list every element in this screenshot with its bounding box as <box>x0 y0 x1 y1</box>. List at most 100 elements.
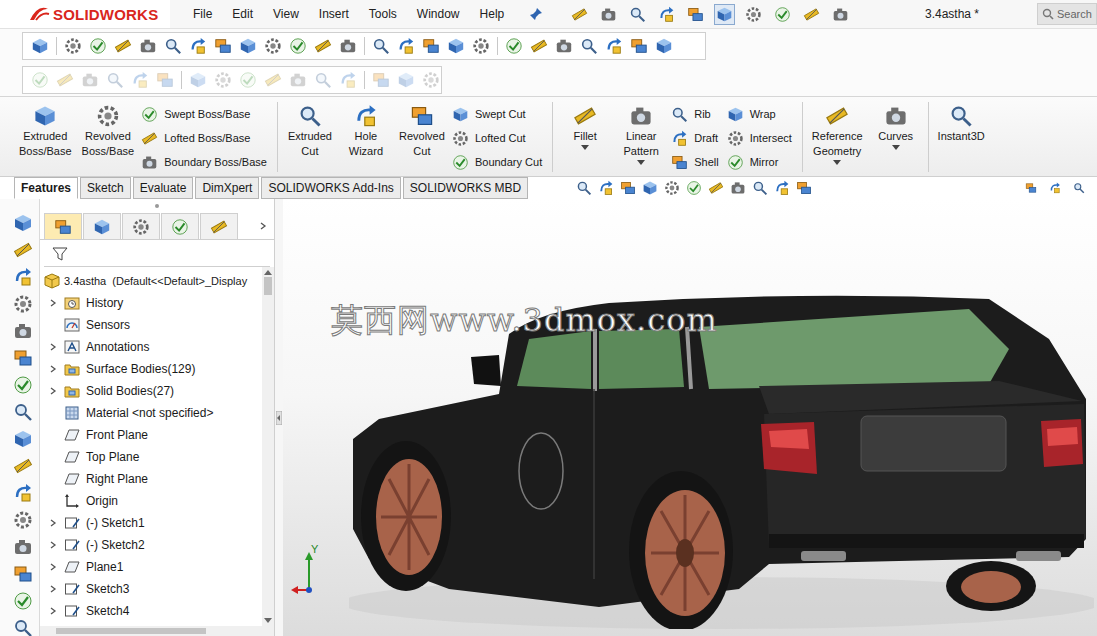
tree-item[interactable]: Solid Bodies(27) <box>40 380 262 402</box>
toolbar-button[interactable] <box>139 37 157 55</box>
command-button[interactable]: Fillet <box>559 102 611 153</box>
toolbar-button[interactable] <box>801 4 822 25</box>
toolbar-button[interactable] <box>1049 182 1061 194</box>
more-tabs-button[interactable] <box>258 213 274 239</box>
tab[interactable]: Sketch <box>80 177 131 199</box>
toolbar-button[interactable] <box>13 294 33 314</box>
toolbar-button[interactable] <box>708 180 724 196</box>
horizontal-scrollbar[interactable] <box>40 626 274 636</box>
tree-item[interactable]: Sketch3 <box>40 578 262 600</box>
toolbar-button[interactable] <box>743 4 764 25</box>
tree-item[interactable]: Surface Bodies(129) <box>40 358 262 380</box>
tab[interactable]: Evaluate <box>133 177 194 199</box>
toolbar-button[interactable] <box>239 37 257 55</box>
command-button[interactable]: Wrap <box>727 102 792 126</box>
toolbar-button[interactable] <box>598 180 614 196</box>
dropdown-arrow-icon[interactable] <box>833 160 841 166</box>
command-button[interactable]: RevolvedCut <box>396 102 448 160</box>
tree-item[interactable]: Plane1 <box>40 556 262 578</box>
toolbar-button[interactable] <box>447 37 465 55</box>
tree-item[interactable]: Right Plane <box>40 468 262 490</box>
command-button[interactable]: Intersect <box>727 126 792 150</box>
toolbar-button[interactable] <box>655 37 673 55</box>
toolbar-button[interactable] <box>13 456 33 476</box>
command-button[interactable]: Rib <box>671 102 718 126</box>
expand-arrow-icon[interactable] <box>48 342 58 352</box>
panel-tab[interactable] <box>122 213 160 239</box>
toolbar-button[interactable] <box>422 37 440 55</box>
tab[interactable]: DimXpert <box>195 177 259 199</box>
panel-tab[interactable] <box>200 213 238 239</box>
expand-arrow-icon[interactable] <box>48 606 58 616</box>
toolbar-button[interactable] <box>642 180 658 196</box>
toolbar-button[interactable] <box>627 4 648 25</box>
toolbar-button[interactable] <box>576 180 592 196</box>
tree-item[interactable]: Origin <box>40 490 262 512</box>
menu-item[interactable]: Insert <box>310 5 358 23</box>
toolbar-button[interactable] <box>13 375 33 395</box>
toolbar-button[interactable] <box>289 37 307 55</box>
toolbar-button[interactable] <box>114 37 132 55</box>
car-model[interactable] <box>349 289 1094 629</box>
tab[interactable]: SOLIDWORKS MBD <box>403 177 528 199</box>
toolbar-button[interactable] <box>13 321 33 341</box>
graphics-area[interactable]: 莫西网www.3dmox.comY <box>283 199 1097 636</box>
toolbar-button[interactable] <box>13 429 33 449</box>
toolbar-button[interactable] <box>656 4 677 25</box>
tree-item[interactable]: Sketch4 <box>40 600 262 622</box>
toolbar-button[interactable] <box>13 618 33 636</box>
toolbar-button[interactable] <box>13 564 33 584</box>
toolbar-button[interactable] <box>555 37 573 55</box>
toolbar-button[interactable] <box>830 4 851 25</box>
command-button[interactable]: ExtrudedCut <box>284 102 336 160</box>
toolbar-button[interactable] <box>630 37 648 55</box>
panel-tab[interactable] <box>83 213 121 239</box>
toolbar-button[interactable] <box>1073 182 1085 194</box>
command-button[interactable]: Boundary Boss/Base <box>141 150 267 174</box>
toolbar-button[interactable] <box>569 4 590 25</box>
toolbar-button[interactable] <box>13 591 33 611</box>
command-button[interactable]: Swept Cut <box>452 102 542 126</box>
command-button[interactable]: Draft <box>671 126 718 150</box>
expand-arrow-icon[interactable] <box>48 584 58 594</box>
tab[interactable]: Features <box>14 177 78 199</box>
logo[interactable]: SOLIDWORKS <box>0 0 170 28</box>
tree-item[interactable]: Top Plane <box>40 446 262 468</box>
toolbar-button[interactable] <box>13 348 33 368</box>
toolbar-button[interactable] <box>372 37 390 55</box>
scroll-up-icon[interactable] <box>264 269 272 275</box>
pin-button[interactable] <box>529 7 543 21</box>
expand-arrow-icon[interactable] <box>48 540 58 550</box>
pin-icon[interactable] <box>529 7 543 21</box>
menu-item[interactable]: Window <box>408 5 469 23</box>
dropdown-arrow-icon[interactable] <box>637 160 645 166</box>
toolbar-button[interactable] <box>620 180 636 196</box>
command-button[interactable]: Lofted Boss/Base <box>141 126 267 150</box>
collapse-handle-icon[interactable] <box>276 411 282 425</box>
toolbar-button[interactable] <box>686 180 702 196</box>
scroll-thumb[interactable] <box>56 628 206 634</box>
toolbar-button[interactable] <box>264 37 282 55</box>
command-button[interactable]: Swept Boss/Base <box>141 102 267 126</box>
toolbar-button[interactable] <box>13 510 33 530</box>
tree-item[interactable]: (-) Sketch2 <box>40 534 262 556</box>
toolbar-button[interactable] <box>1025 182 1037 194</box>
tree-item[interactable]: Front Plane <box>40 424 262 446</box>
tree-item[interactable]: Sensors <box>40 314 262 336</box>
tree-root[interactable]: 3.4astha (Default<<Default>_Display <box>40 270 262 292</box>
tree-item[interactable]: Material <not specified> <box>40 402 262 424</box>
toolbar-button[interactable] <box>530 37 548 55</box>
command-button[interactable]: Boundary Cut <box>452 150 542 174</box>
toolbar-button[interactable] <box>598 4 619 25</box>
toolbar-button[interactable] <box>339 37 357 55</box>
toolbar-button[interactable] <box>605 37 623 55</box>
menu-item[interactable]: Edit <box>223 5 262 23</box>
menu-item[interactable]: Help <box>471 5 514 23</box>
tab[interactable]: SOLIDWORKS Add-Ins <box>261 177 400 199</box>
toolbar-button[interactable] <box>214 37 232 55</box>
toolbar-button[interactable] <box>505 37 523 55</box>
menu-item[interactable]: View <box>264 5 308 23</box>
panel-splitter[interactable] <box>275 199 283 636</box>
command-button[interactable]: ExtrudedBoss/Base <box>16 102 75 160</box>
toolbar-button[interactable] <box>774 180 790 196</box>
